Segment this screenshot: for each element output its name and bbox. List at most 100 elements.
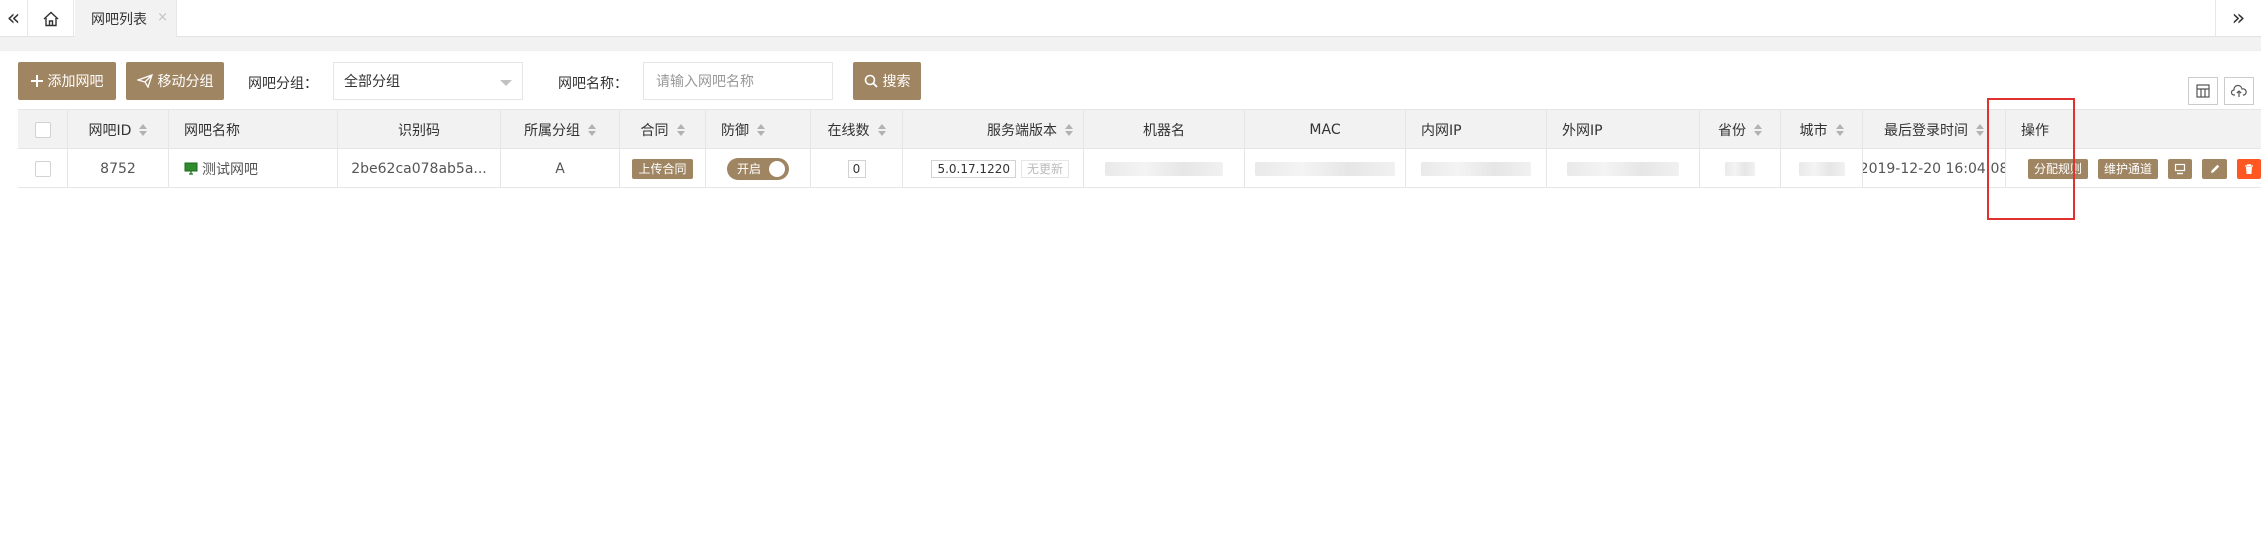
- send-icon: [136, 74, 153, 88]
- maintain-channel-button[interactable]: 维护通道: [2098, 158, 2159, 179]
- tab-bar: « 网吧列表 × »: [0, 0, 2261, 37]
- sort-icon[interactable]: [1065, 123, 1073, 136]
- move-group-button[interactable]: 移动分组: [126, 62, 224, 100]
- header-contract-label: 合同: [640, 122, 669, 139]
- tab-netbar-list[interactable]: 网吧列表 ×: [75, 0, 177, 37]
- edit-button[interactable]: [2202, 158, 2227, 179]
- tab-label: 网吧列表: [91, 11, 147, 28]
- header-city[interactable]: 城市: [1781, 110, 1863, 149]
- sort-icon[interactable]: [676, 123, 685, 136]
- close-icon[interactable]: ×: [157, 10, 168, 25]
- trash-icon: [2244, 163, 2253, 174]
- cell-online: 0: [811, 149, 903, 188]
- cell-version: 5.0.17.1220 无更新: [903, 149, 1084, 188]
- cell-mac-blurred: [1245, 149, 1406, 188]
- scroll-right-icon[interactable]: »: [2215, 0, 2261, 37]
- header-mac: MAC: [1245, 110, 1406, 149]
- columns-filter-button[interactable]: [2188, 77, 2218, 105]
- header-online-label: 在线数: [827, 122, 870, 139]
- header-name: 网吧名称: [169, 110, 338, 149]
- header-contract[interactable]: 合同: [620, 110, 706, 149]
- netbar-table: 网吧ID 网吧名称 识别码 所属分组 合同 防御 在线数 服务端版本 机器名 M…: [18, 109, 2261, 188]
- header-city-label: 城市: [1799, 122, 1828, 139]
- add-netbar-label: 添加网吧: [47, 74, 104, 90]
- cell-wan-ip-blurred: [1547, 149, 1700, 188]
- cloud-upload-icon: [2231, 84, 2247, 97]
- home-tab[interactable]: [28, 0, 74, 37]
- cell-city-blurred: [1781, 149, 1863, 188]
- header-last-login-label: 最后登录时间: [1884, 122, 1968, 139]
- header-lan-ip: 内网IP: [1406, 110, 1547, 149]
- cell-name: 测试网吧: [169, 149, 338, 188]
- sort-icon[interactable]: [139, 123, 148, 136]
- header-id[interactable]: 网吧ID: [68, 110, 169, 149]
- chevron-down-icon: [500, 80, 512, 86]
- search-icon: [864, 74, 878, 88]
- export-button[interactable]: [2224, 77, 2254, 105]
- row-checkbox[interactable]: [34, 160, 51, 177]
- select-all-cell: [18, 110, 68, 149]
- home-icon: [43, 11, 58, 26]
- blurred-content: [1567, 161, 1679, 176]
- cell-last-login: 2019-12-20 16:04:08: [1863, 149, 2006, 188]
- header-id-label: 网吧ID: [88, 122, 132, 139]
- sort-icon[interactable]: [1976, 123, 1984, 136]
- upload-contract-button[interactable]: 上传合同: [632, 158, 693, 179]
- header-version[interactable]: 服务端版本: [903, 110, 1084, 149]
- search-button[interactable]: 搜索: [853, 62, 921, 100]
- cell-group: A: [501, 149, 620, 188]
- sort-icon[interactable]: [1835, 123, 1844, 136]
- header-name-label: 网吧名称: [184, 122, 240, 139]
- header-defense[interactable]: 防御: [706, 110, 811, 149]
- sort-icon[interactable]: [1754, 123, 1762, 136]
- header-province-label: 省份: [1718, 122, 1746, 139]
- name-search-placeholder: 请输入网吧名称: [656, 74, 754, 90]
- header-version-label: 服务端版本: [987, 122, 1057, 139]
- header-machine-label: 机器名: [1143, 122, 1185, 139]
- select-all-checkbox[interactable]: [34, 121, 51, 138]
- remote-desktop-button[interactable]: [2168, 158, 2193, 179]
- sort-icon[interactable]: [757, 123, 765, 136]
- header-code-label: 识别码: [398, 122, 440, 139]
- columns-icon: [2196, 84, 2210, 98]
- cell-machine-blurred: [1084, 149, 1245, 188]
- move-group-label: 移动分组: [157, 74, 214, 90]
- cell-contract: 上传合同: [620, 149, 706, 188]
- defense-toggle[interactable]: 开启: [727, 157, 789, 180]
- cell-province-blurred: [1700, 149, 1781, 188]
- header-online[interactable]: 在线数: [811, 110, 903, 149]
- group-filter-label: 网吧分组：: [248, 76, 318, 92]
- cell-name-text: 测试网吧: [202, 161, 258, 178]
- header-group-label: 所属分组: [524, 122, 580, 139]
- header-defense-label: 防御: [721, 122, 749, 139]
- delete-button[interactable]: [2236, 158, 2261, 179]
- version-value: 5.0.17.1220: [931, 159, 1016, 178]
- pencil-icon: [2210, 164, 2219, 173]
- table-row: 8752 测试网吧 2be62ca078ab5a... A 上传合同 开启 0 …: [18, 149, 2261, 188]
- group-select[interactable]: 全部分组: [333, 62, 523, 100]
- monitor-icon: [184, 162, 198, 175]
- add-netbar-button[interactable]: 添加网吧: [18, 62, 116, 100]
- header-last-login[interactable]: 最后登录时间: [1863, 110, 2006, 149]
- toggle-knob: [769, 160, 785, 177]
- search-label: 搜索: [882, 74, 911, 90]
- table-header: 网吧ID 网吧名称 识别码 所属分组 合同 防御 在线数 服务端版本 机器名 M…: [18, 110, 2261, 149]
- scroll-left-icon[interactable]: «: [0, 0, 28, 37]
- sort-icon[interactable]: [877, 123, 886, 136]
- header-machine: 机器名: [1084, 110, 1245, 149]
- header-group[interactable]: 所属分组: [501, 110, 620, 149]
- cell-code: 2be62ca078ab5a...: [338, 149, 501, 188]
- cell-lan-ip-blurred: [1406, 149, 1547, 188]
- cell-defense: 开启: [706, 149, 811, 188]
- version-status: 无更新: [1020, 159, 1069, 178]
- desktop-icon: [2175, 163, 2186, 174]
- online-count: 0: [847, 159, 866, 178]
- defense-toggle-label: 开启: [737, 162, 762, 176]
- header-mac-label: MAC: [1309, 121, 1341, 138]
- name-search-input[interactable]: 请输入网吧名称: [643, 62, 833, 100]
- blurred-content: [1421, 161, 1531, 176]
- header-province[interactable]: 省份: [1700, 110, 1781, 149]
- sort-icon[interactable]: [588, 123, 596, 136]
- row-select-cell: [18, 149, 68, 188]
- plus-icon: [30, 75, 43, 87]
